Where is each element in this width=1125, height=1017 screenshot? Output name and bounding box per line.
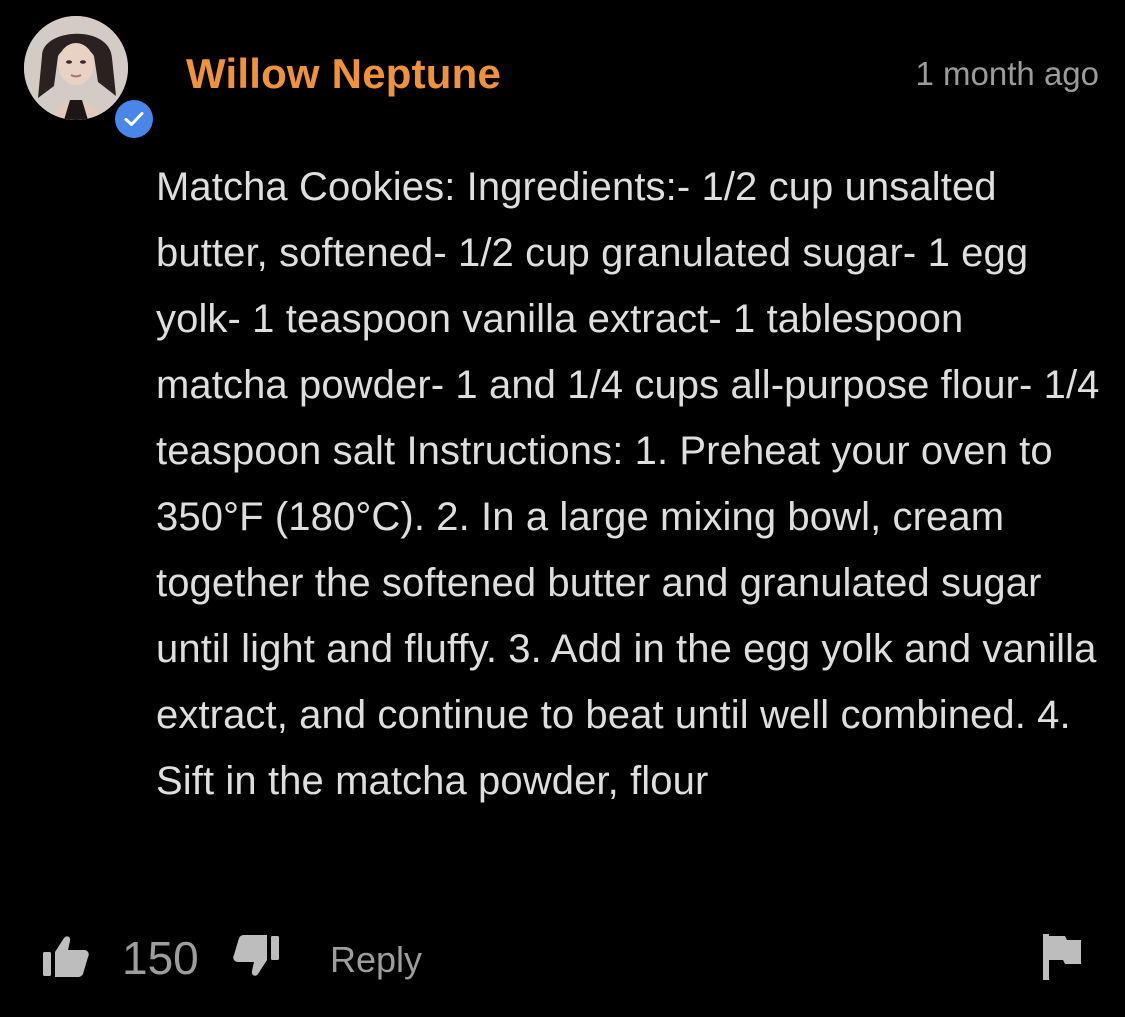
thumbs-up-icon (43, 936, 89, 977)
report-button[interactable] (1039, 930, 1085, 982)
avatar-image (24, 16, 128, 120)
avatar[interactable] (24, 16, 128, 120)
flag-icon (1043, 934, 1081, 980)
verified-check-icon (115, 100, 153, 138)
thumbs-down-icon (233, 935, 279, 976)
avatar-container[interactable] (24, 16, 156, 141)
comment-timestamp: 1 month ago (915, 55, 1099, 92)
comment: Willow Neptune 1 month ago Matcha Cookie… (0, 0, 1125, 1017)
verified-badge (112, 97, 156, 141)
like-count: 150 (122, 932, 199, 984)
comment-actions: 150 Reply (0, 920, 1125, 1000)
comment-body: Matcha Cookies: Ingredients:- 1/2 cup un… (156, 165, 1100, 803)
author-name[interactable]: Willow Neptune (186, 48, 501, 100)
dislike-button[interactable] (230, 930, 282, 982)
reply-button[interactable]: Reply (330, 936, 422, 984)
like-button[interactable] (40, 930, 92, 982)
